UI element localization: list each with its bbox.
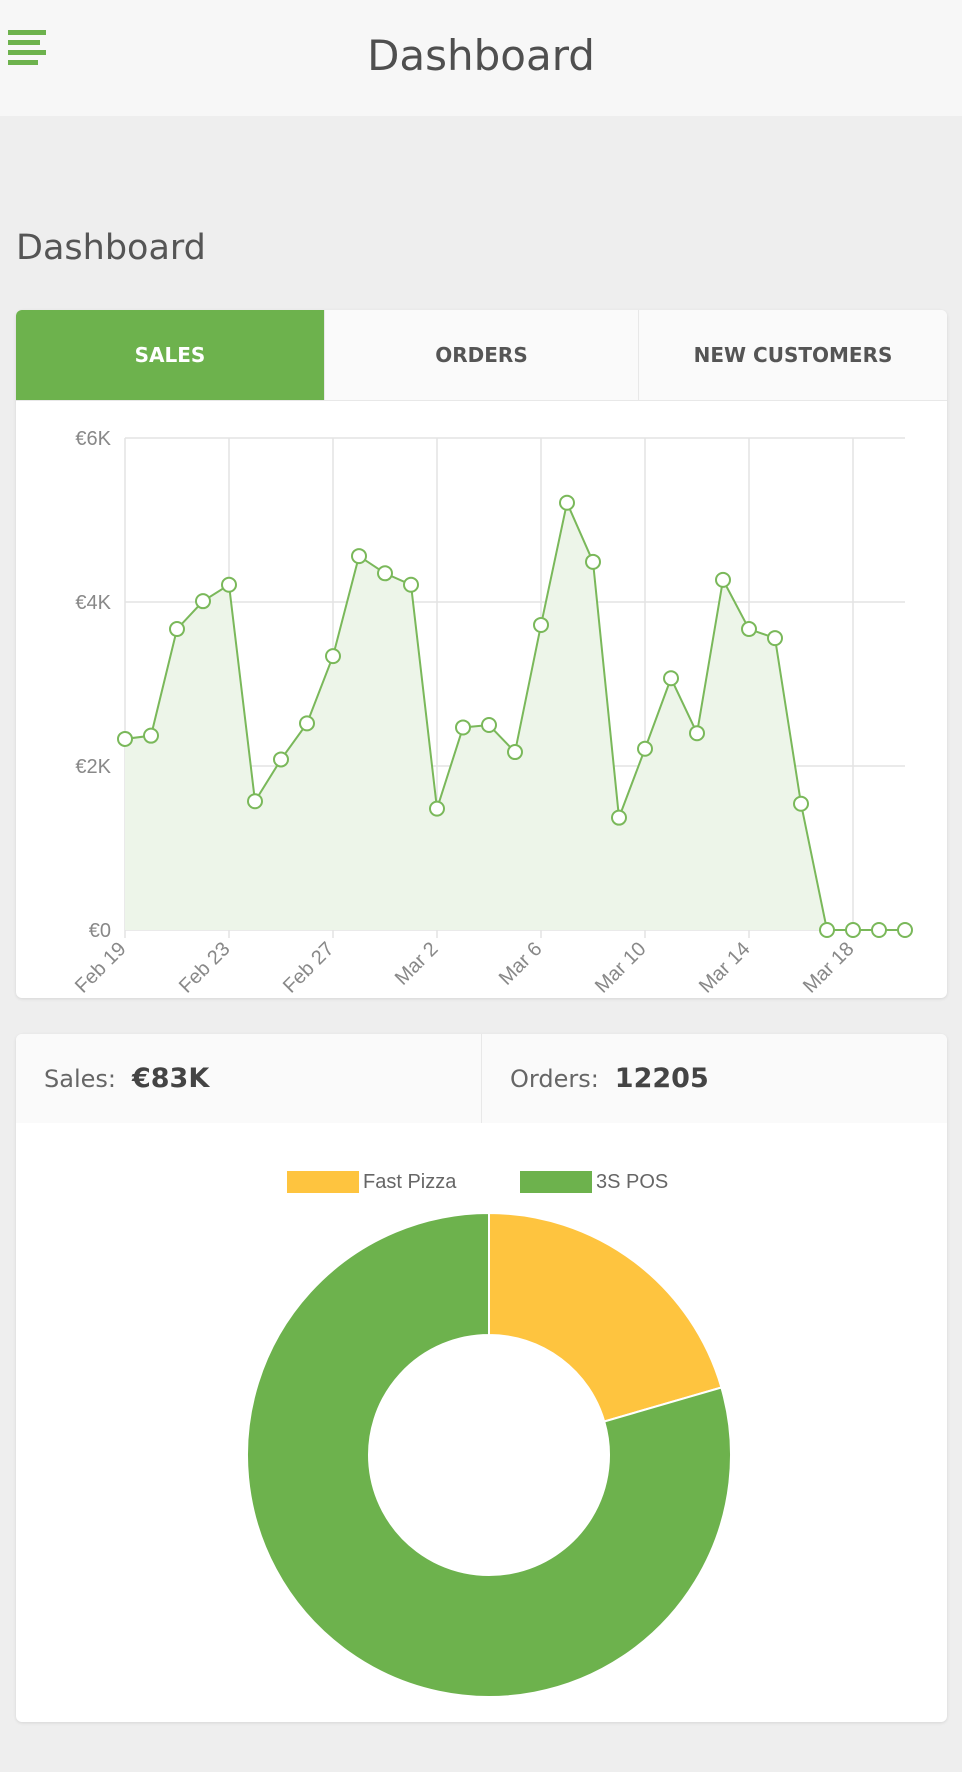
legend-swatch-3s-pos bbox=[520, 1171, 592, 1193]
data-point[interactable] bbox=[819, 922, 835, 938]
legend-label-3s-pos: 3S POS bbox=[596, 1170, 669, 1193]
y-tick-label: €4K bbox=[75, 592, 111, 614]
data-point[interactable] bbox=[585, 553, 601, 570]
sales-summary: Sales: €83K bbox=[16, 1034, 481, 1123]
data-point[interactable] bbox=[637, 740, 653, 757]
chart-tabs: SALES ORDERS NEW CUSTOMERS bbox=[16, 310, 947, 401]
x-tick-label: Mar 2 bbox=[391, 938, 443, 990]
data-point[interactable] bbox=[871, 922, 887, 938]
data-point[interactable] bbox=[117, 730, 133, 747]
data-point[interactable] bbox=[403, 576, 419, 593]
data-point[interactable] bbox=[611, 809, 627, 826]
orders-label: Orders: bbox=[510, 1064, 599, 1093]
data-point[interactable] bbox=[273, 751, 289, 768]
tab-orders[interactable]: ORDERS bbox=[324, 310, 638, 400]
y-tick-label: €2K bbox=[75, 756, 111, 778]
x-tick-label: Feb 19 bbox=[71, 938, 131, 998]
data-point[interactable] bbox=[143, 727, 159, 744]
data-point[interactable] bbox=[689, 725, 705, 742]
x-tick-label: Mar 10 bbox=[591, 938, 651, 998]
data-point[interactable] bbox=[663, 670, 679, 687]
orders-value: 12205 bbox=[614, 1063, 709, 1094]
legend-swatch-fast-pizza bbox=[287, 1171, 359, 1193]
sales-donut-chart bbox=[246, 1211, 732, 1698]
data-point[interactable] bbox=[845, 922, 861, 938]
x-tick-label: Feb 27 bbox=[279, 938, 339, 998]
y-tick-label: €6K bbox=[75, 428, 111, 450]
data-point[interactable] bbox=[247, 793, 263, 810]
data-point[interactable] bbox=[299, 715, 315, 732]
page-title: Dashboard bbox=[16, 228, 206, 268]
data-point[interactable] bbox=[741, 621, 757, 638]
data-point[interactable] bbox=[169, 621, 185, 638]
sales-value: €83K bbox=[131, 1063, 210, 1094]
sales-label: Sales: bbox=[44, 1064, 116, 1093]
tab-new-customers[interactable]: NEW CUSTOMERS bbox=[638, 310, 947, 400]
sales-chart-card: SALES ORDERS NEW CUSTOMERS €0 €2K €4K €6K Fe… bbox=[16, 310, 947, 998]
x-tick-label: Feb 23 bbox=[175, 938, 235, 998]
tab-sales[interactable]: SALES bbox=[16, 310, 324, 400]
data-point[interactable] bbox=[325, 648, 341, 665]
data-point[interactable] bbox=[351, 548, 367, 565]
top-bar: Dashboard bbox=[0, 0, 962, 116]
x-tick-label: Mar 6 bbox=[495, 938, 547, 990]
hamburger-menu-icon[interactable] bbox=[8, 30, 48, 74]
data-point[interactable] bbox=[793, 795, 809, 812]
data-point[interactable] bbox=[897, 922, 913, 938]
data-point[interactable] bbox=[455, 719, 471, 736]
y-tick-label: €0 bbox=[89, 920, 111, 942]
data-point[interactable] bbox=[481, 717, 497, 733]
data-point[interactable] bbox=[221, 576, 237, 593]
data-point[interactable] bbox=[429, 800, 445, 817]
data-point[interactable] bbox=[715, 571, 731, 588]
data-point[interactable] bbox=[195, 593, 211, 610]
legend-label-fast-pizza: Fast Pizza bbox=[363, 1170, 457, 1193]
data-point[interactable] bbox=[767, 630, 783, 647]
summary-bar: Sales: €83K Orders: 12205 bbox=[16, 1034, 947, 1123]
app-title: Dashboard bbox=[367, 31, 595, 80]
sales-line-chart: €0 €2K €4K €6K Feb 19 Feb 23 Feb 27 Mar 2 Mar 6 M… bbox=[71, 428, 913, 998]
data-point[interactable] bbox=[559, 494, 575, 511]
x-tick-label: Mar 18 bbox=[799, 938, 859, 998]
orders-summary: Orders: 12205 bbox=[481, 1034, 947, 1123]
legend-item-3s-pos[interactable]: 3S POS bbox=[520, 1170, 668, 1194]
x-tick-label: Mar 14 bbox=[695, 938, 755, 998]
data-point[interactable] bbox=[507, 744, 523, 761]
legend-item-fast-pizza[interactable]: Fast Pizza bbox=[287, 1170, 456, 1194]
data-point[interactable] bbox=[533, 616, 549, 633]
data-point[interactable] bbox=[377, 565, 393, 582]
donut-slice-fast-pizza[interactable] bbox=[488, 1211, 723, 1423]
